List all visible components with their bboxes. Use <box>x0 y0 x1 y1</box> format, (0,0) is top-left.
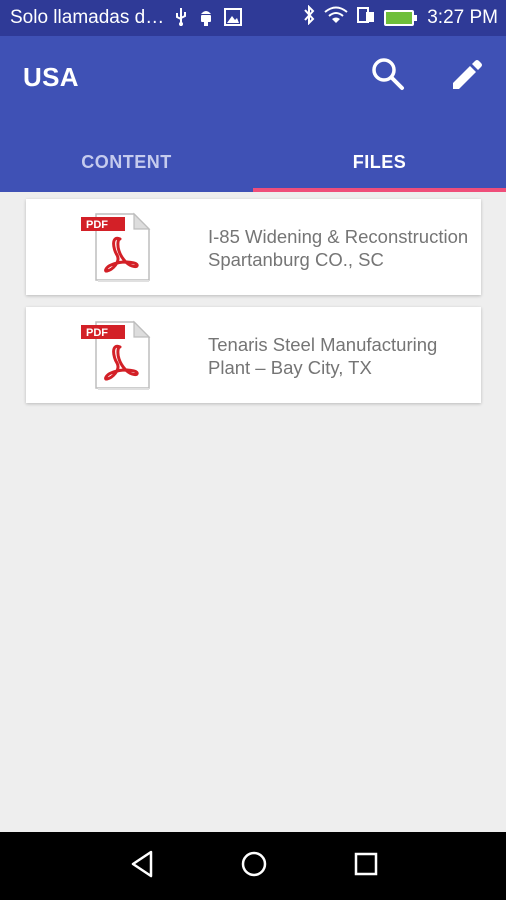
file-name: I-85 Widening & Reconstruction Spartanbu… <box>208 226 469 270</box>
clock: 3:27 PM <box>427 7 498 28</box>
battery-charging-icon <box>384 10 418 26</box>
back-icon <box>129 849 157 884</box>
list-item[interactable]: PDF I-85 Widening & Reconstruction Spart… <box>26 199 481 295</box>
notification-icons <box>174 7 243 29</box>
app-bar: USA CONTENT FILES <box>0 36 506 192</box>
wifi-icon <box>324 6 348 30</box>
page-title: USA <box>23 62 79 92</box>
pdf-icon: PDF <box>81 320 151 390</box>
home-button[interactable] <box>237 849 271 883</box>
edit-icon <box>449 56 485 97</box>
recents-button[interactable] <box>349 849 383 883</box>
home-icon <box>239 849 269 884</box>
tab-files[interactable]: FILES <box>253 132 506 192</box>
usb-icon <box>174 7 188 29</box>
recents-icon <box>352 850 380 883</box>
file-list: PDF I-85 Widening & Reconstruction Spart… <box>26 199 481 415</box>
file-name: Tenaris Steel Manufacturing Plant – Bay … <box>208 334 438 378</box>
image-icon <box>224 7 243 29</box>
pdf-icon: PDF <box>81 212 151 282</box>
svg-text:PDF: PDF <box>86 219 108 231</box>
svg-text:PDF: PDF <box>86 327 108 339</box>
tab-bar: CONTENT FILES <box>0 132 506 192</box>
navigation-bar <box>0 832 506 900</box>
android-debug-icon <box>198 8 214 29</box>
edit-button[interactable] <box>447 56 487 96</box>
bluetooth-icon <box>303 4 315 31</box>
list-item[interactable]: PDF Tenaris Steel Manufacturing Plant – … <box>26 307 481 403</box>
search-button[interactable] <box>368 56 408 96</box>
system-icons: 3:27 PM <box>303 4 498 31</box>
search-icon <box>370 56 406 97</box>
status-bar: Solo llamadas d… 3:27 PM <box>0 0 506 36</box>
back-button[interactable] <box>126 849 160 883</box>
tab-content[interactable]: CONTENT <box>0 132 253 192</box>
carrier-label: Solo llamadas d… <box>10 7 165 28</box>
sim-icon <box>357 6 375 30</box>
